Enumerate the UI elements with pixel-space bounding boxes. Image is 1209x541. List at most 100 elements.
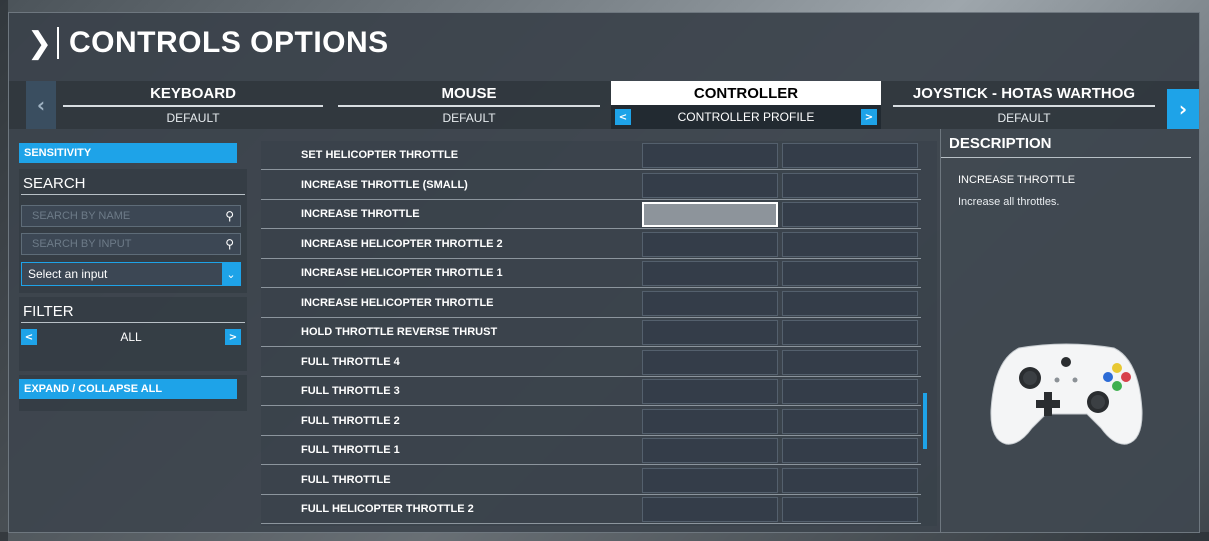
tab-profile: DEFAULT	[997, 111, 1051, 125]
tab-joystick[interactable]: JOYSTICK - HOTAS WARTHOG DEFAULT	[889, 81, 1159, 129]
search-icon[interactable]: ⚲	[225, 209, 234, 223]
secondary-binding-slot[interactable]	[782, 379, 918, 404]
profile-next-arrow-icon[interactable]: >	[860, 109, 877, 125]
tab-name: JOYSTICK - HOTAS WARTHOG	[912, 85, 1136, 102]
search-by-input-input[interactable]	[32, 238, 202, 250]
secondary-binding-slot[interactable]	[782, 320, 918, 345]
secondary-binding-slot[interactable]	[782, 290, 918, 316]
left-panel: SENSITIVITY SEARCH ⚲ ⚲ Select an input ⌄…	[19, 143, 247, 411]
primary-binding-slot[interactable]	[642, 320, 778, 345]
control-row-label: INCREASE THROTTLE (SMALL)	[301, 178, 468, 191]
tab-profile: DEFAULT	[166, 111, 220, 125]
search-by-name-field[interactable]: ⚲	[21, 205, 241, 227]
primary-binding-slot[interactable]	[642, 438, 778, 463]
controller-profile-selector: < CONTROLLER PROFILE >	[611, 105, 881, 129]
secondary-binding-slot[interactable]	[782, 231, 918, 257]
filter-next-arrow-icon[interactable]: >	[224, 329, 241, 345]
control-row[interactable]: INCREASE HELICOPTER THROTTLE 1	[261, 259, 921, 288]
primary-binding-slot[interactable]	[642, 172, 778, 198]
tab-mouse[interactable]: MOUSE DEFAULT	[334, 81, 604, 129]
description-title: DESCRIPTION	[941, 129, 1191, 158]
search-by-name-input[interactable]	[32, 210, 202, 222]
control-row[interactable]: INCREASE HELICOPTER THROTTLE 2	[261, 230, 921, 259]
secondary-binding-slot[interactable]	[782, 261, 918, 286]
control-row-label: FULL HELICOPTER THROTTLE 2	[301, 503, 474, 515]
filter-prev-arrow-icon[interactable]: <	[21, 329, 37, 345]
control-row-label: INCREASE THROTTLE	[301, 208, 420, 220]
tab-name: MOUSE	[441, 85, 497, 102]
control-row[interactable]: FULL THROTTLE 2	[261, 407, 921, 436]
sensitivity-button[interactable]: SENSITIVITY	[19, 143, 237, 163]
tab-keyboard[interactable]: KEYBOARD DEFAULT	[59, 81, 327, 129]
primary-binding-slot[interactable]	[642, 202, 778, 227]
secondary-binding-slot[interactable]	[782, 497, 918, 522]
control-row-label: INCREASE HELICOPTER THROTTLE 2	[301, 237, 503, 250]
control-row-label: FULL THROTTLE 3	[301, 385, 400, 397]
expand-collapse-all-button[interactable]: EXPAND / COLLAPSE ALL	[19, 379, 237, 399]
tab-controller[interactable]: CONTROLLER < CONTROLLER PROFILE >	[611, 81, 881, 129]
filter-value: ALL	[120, 330, 142, 344]
chevron-down-icon[interactable]: ⌄	[222, 263, 240, 285]
control-row[interactable]: INCREASE THROTTLE (SMALL)	[261, 171, 921, 200]
tab-next-arrow-icon[interactable]: ›	[1167, 89, 1199, 129]
control-row[interactable]: FULL THROTTLE 4	[261, 348, 921, 377]
filter-selector: < ALL >	[21, 327, 241, 347]
description-name: INCREASE THROTTLE	[958, 174, 1076, 186]
description-text: Increase all throttles.	[958, 196, 1060, 208]
search-by-input-field[interactable]: ⚲	[21, 233, 241, 255]
list-scrollbar[interactable]	[923, 393, 927, 449]
primary-binding-slot[interactable]	[642, 143, 778, 168]
primary-binding-slot[interactable]	[642, 290, 778, 316]
search-section: SEARCH ⚲ ⚲ Select an input ⌄	[19, 169, 247, 293]
device-tab-strip: ‹ KEYBOARD DEFAULT MOUSE DEFAULT CONTROL…	[9, 81, 1199, 129]
primary-binding-slot[interactable]	[642, 408, 778, 434]
secondary-binding-slot[interactable]	[782, 202, 918, 227]
primary-binding-slot[interactable]	[642, 467, 778, 493]
control-row[interactable]: HOLD THROTTLE REVERSE THRUST	[261, 318, 921, 347]
control-row-label: FULL THROTTLE 1	[301, 444, 400, 456]
control-row[interactable]: FULL THROTTLE	[261, 466, 921, 495]
control-row-label: HOLD THROTTLE REVERSE THRUST	[301, 326, 498, 338]
expand-collapse-section: EXPAND / COLLAPSE ALL	[19, 375, 247, 411]
primary-binding-slot[interactable]	[642, 379, 778, 404]
secondary-binding-slot[interactable]	[782, 172, 918, 198]
page-title: CONTROLS OPTIONS	[69, 26, 389, 59]
control-row-label: FULL THROTTLE 2	[301, 414, 400, 427]
select-input-value: Select an input	[28, 267, 108, 281]
control-row[interactable]: SET HELICOPTER THROTTLE	[261, 141, 921, 170]
control-row[interactable]: FULL THROTTLE 3	[261, 377, 921, 406]
primary-binding-slot[interactable]	[642, 261, 778, 286]
secondary-binding-slot[interactable]	[782, 143, 918, 168]
control-row-label: INCREASE HELICOPTER THROTTLE	[301, 296, 494, 309]
tab-profile: CONTROLLER PROFILE	[677, 110, 815, 124]
secondary-binding-slot[interactable]	[782, 467, 918, 493]
profile-prev-arrow-icon[interactable]: <	[615, 109, 631, 125]
controls-options-window: ❯ CONTROLS OPTIONS ‹ KEYBOARD DEFAULT MO…	[8, 12, 1200, 533]
control-row[interactable]: FULL HELICOPTER THROTTLE 2	[261, 495, 921, 524]
tab-name: KEYBOARD	[150, 85, 236, 102]
description-panel: DESCRIPTION INCREASE THROTTLE Increase a…	[940, 129, 1199, 532]
secondary-binding-slot[interactable]	[782, 349, 918, 375]
secondary-binding-slot[interactable]	[782, 438, 918, 463]
control-row-label: SET HELICOPTER THROTTLE	[301, 149, 459, 161]
chevron-right-icon[interactable]: ❯	[27, 26, 53, 61]
primary-binding-slot[interactable]	[642, 497, 778, 522]
secondary-binding-slot[interactable]	[782, 408, 918, 434]
control-row[interactable]: INCREASE HELICOPTER THROTTLE	[261, 289, 921, 318]
tab-prev-arrow-icon[interactable]: ‹	[26, 81, 56, 129]
control-row-label: INCREASE HELICOPTER THROTTLE 1	[301, 267, 503, 279]
control-row-label: FULL THROTTLE	[301, 473, 391, 486]
control-list: SET HELICOPTER THROTTLE INCREASE THROTTLE…	[261, 141, 937, 526]
control-row[interactable]: INCREASE THROTTLE	[261, 200, 921, 229]
select-input-dropdown[interactable]: Select an input ⌄	[21, 262, 241, 286]
search-title: SEARCH	[21, 169, 245, 195]
background-left-edge	[0, 0, 8, 541]
title-bar: ❯ CONTROLS OPTIONS	[9, 13, 1199, 73]
primary-binding-slot[interactable]	[642, 231, 778, 257]
search-icon[interactable]: ⚲	[225, 237, 234, 251]
background-bottom-edge	[0, 532, 1209, 541]
tab-profile: DEFAULT	[442, 111, 496, 125]
primary-binding-slot[interactable]	[642, 349, 778, 375]
control-row[interactable]: FULL THROTTLE 1	[261, 436, 921, 465]
xbox-controller-icon	[990, 343, 1143, 445]
